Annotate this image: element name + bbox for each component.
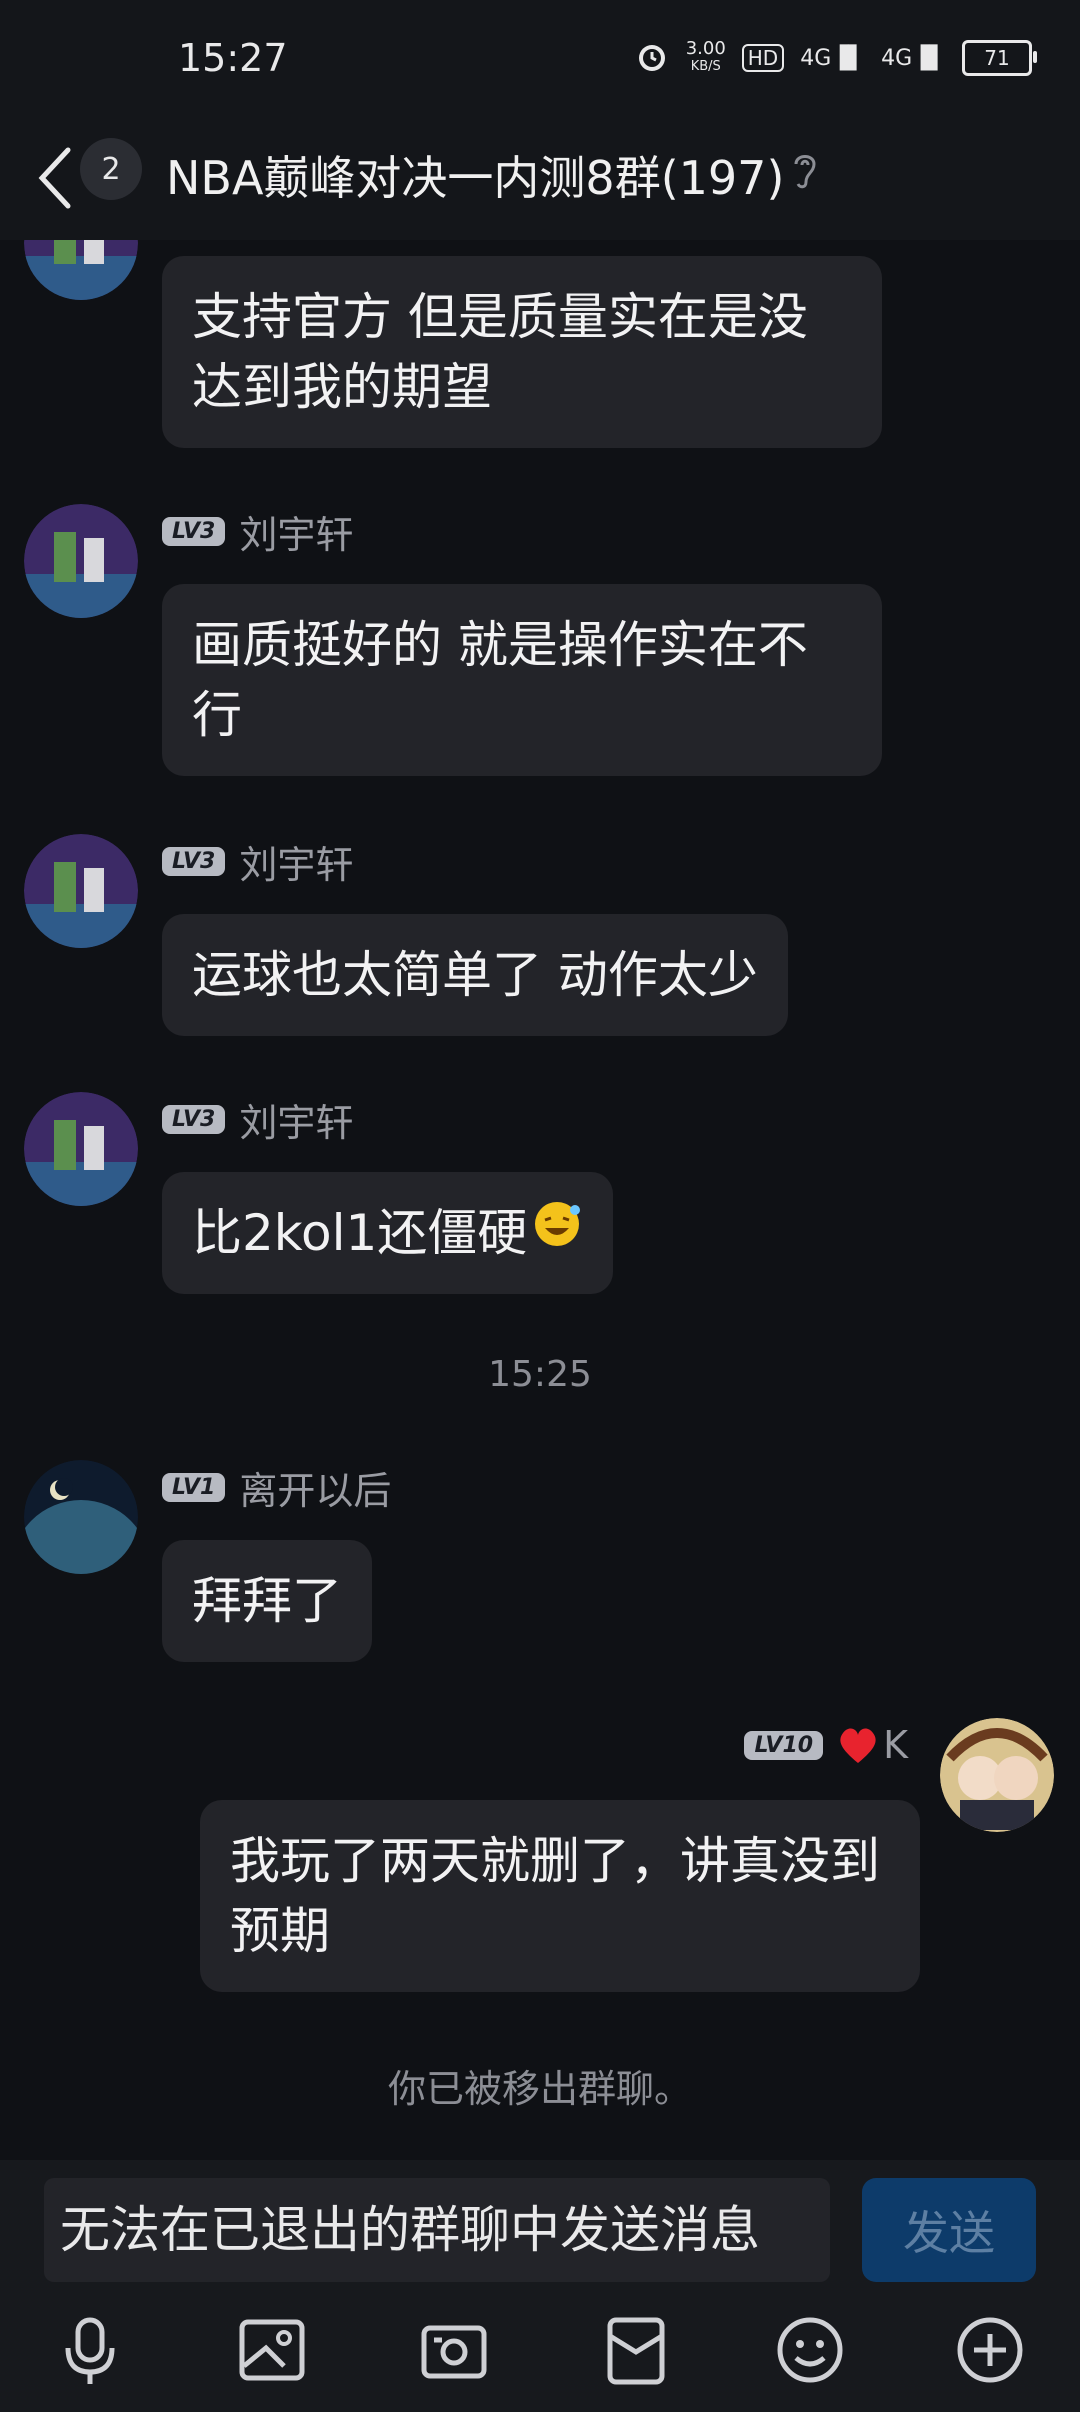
message-text: 画质挺好的 就是操作实在不行 — [192, 616, 808, 744]
signal-1-label: 4G — [800, 45, 832, 71]
sender-name[interactable]: 刘宇轩 — [239, 1092, 353, 1147]
my-avatar[interactable] — [940, 1718, 1054, 1832]
message-timestamp: 15:25 — [488, 1354, 592, 1395]
message-list[interactable]: 支持官方 但是质量实在是没达到我的期望 LV3 刘宇轩 画质挺好的 就是操作实在… — [0, 186, 1080, 2160]
microphone-icon[interactable] — [50, 2310, 130, 2390]
sender-name[interactable]: K — [883, 1723, 908, 1767]
sender-name[interactable]: 刘宇轩 — [239, 834, 353, 889]
sender-name[interactable]: 刘宇轩 — [239, 504, 353, 559]
signal-1: 4G▐▌ — [800, 45, 866, 71]
net-speed-value: 3.00 — [685, 38, 726, 59]
sender-meta: LV3 刘宇轩 — [162, 510, 353, 557]
sender-meta: LV10 K — [744, 1723, 908, 1767]
avatar[interactable] — [24, 504, 138, 618]
plus-icon[interactable] — [950, 2310, 1030, 2390]
message-bubble[interactable]: 拜拜了 — [162, 1540, 372, 1662]
status-bar: 15:27 3.00 KB/S HD 4G▐▌ 4G▐▌ 71 — [0, 0, 1080, 120]
message-bubble[interactable]: 比2kol1还僵硬 — [162, 1172, 614, 1294]
message-text: 运球也太简单了 动作太少 — [192, 946, 758, 1004]
sender-meta: LV1 离开以后 — [162, 1466, 391, 1513]
message-text: 拜拜了 — [192, 1572, 342, 1630]
back-button[interactable] — [32, 142, 82, 214]
message-bubble[interactable]: 运球也太简单了 动作太少 — [162, 914, 788, 1036]
heart-icon — [837, 1725, 879, 1765]
chevron-left-icon — [38, 147, 71, 209]
image-icon[interactable] — [232, 2310, 312, 2390]
sender-name[interactable]: 离开以后 — [239, 1460, 391, 1515]
chat-header: 2 NBA巅峰对决一内测8群(197) — [0, 120, 1080, 240]
input-bar: 无法在已退出的群聊中发送消息 发送 — [0, 2160, 1080, 2412]
ear-icon[interactable] — [790, 148, 820, 196]
message-text: 我玩了两天就删了，讲真没到预期 — [230, 1832, 880, 1960]
send-button[interactable]: 发送 — [862, 2178, 1036, 2282]
avatar[interactable] — [24, 834, 138, 948]
avatar[interactable] — [24, 1092, 138, 1206]
system-notice: 你已被移出群聊。 — [387, 2067, 692, 2111]
battery-level: 71 — [984, 46, 1010, 70]
message-bubble[interactable]: 我玩了两天就删了，讲真没到预期 — [200, 1800, 920, 1992]
unread-count-badge: 2 — [80, 138, 142, 200]
message-bubble[interactable]: 画质挺好的 就是操作实在不行 — [162, 584, 882, 776]
status-icons: 3.00 KB/S HD 4G▐▌ 4G▐▌ 71 — [634, 38, 1037, 78]
message-text: 比2kol1还僵硬 — [192, 1204, 528, 1262]
signal-2: 4G▐▌ — [881, 45, 946, 71]
network-speed: 3.00 KB/S — [686, 40, 726, 76]
level-badge: LV1 — [162, 1472, 226, 1502]
status-time: 15:27 — [178, 36, 288, 80]
level-badge: LV3 — [162, 846, 226, 876]
signal-2-label: 4G — [881, 45, 913, 71]
alarm-icon — [634, 38, 670, 78]
input-toolbar — [0, 2310, 1080, 2400]
message-text: 支持官方 但是质量实在是没达到我的期望 — [192, 288, 808, 416]
message-input[interactable]: 无法在已退出的群聊中发送消息 — [44, 2178, 830, 2282]
message-bubble[interactable]: 支持官方 但是质量实在是没达到我的期望 — [162, 256, 882, 448]
camera-icon[interactable] — [414, 2310, 494, 2390]
level-badge: LV3 — [162, 1104, 226, 1134]
net-speed-unit: KB/S — [690, 59, 721, 74]
level-badge: LV3 — [162, 516, 226, 546]
hd-badge: HD — [741, 44, 785, 72]
avatar[interactable] — [24, 1460, 138, 1574]
red-packet-icon[interactable] — [596, 2310, 676, 2390]
emoji-icon[interactable] — [770, 2310, 850, 2390]
level-badge: LV10 — [744, 1730, 824, 1760]
sender-meta: LV3 刘宇轩 — [162, 1098, 353, 1145]
laughing-emoji-icon — [531, 1198, 583, 1268]
battery-icon: 71 — [962, 40, 1037, 76]
group-title[interactable]: NBA巅峰对决一内测8群(197) — [166, 142, 784, 208]
sender-meta: LV3 刘宇轩 — [162, 840, 353, 887]
